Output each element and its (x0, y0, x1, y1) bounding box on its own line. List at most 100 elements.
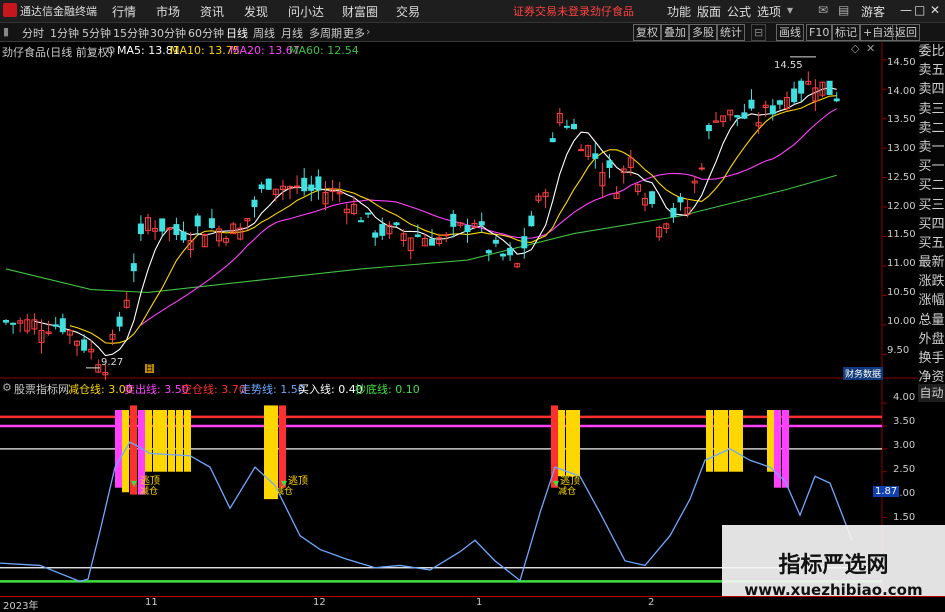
menu-formula[interactable]: 公式 (727, 3, 751, 20)
tab-daily[interactable]: 日线 (226, 25, 248, 41)
signal-bar (566, 410, 573, 477)
date-label: 2 (648, 597, 655, 608)
menu-layout[interactable]: 版面 (697, 3, 721, 20)
sidebar-item-sell3[interactable]: 卖三 (918, 100, 945, 119)
dropdown-icon[interactable]: ▾ (787, 3, 793, 17)
candle-body (130, 263, 137, 272)
candle-body (251, 199, 258, 208)
panel-close-icon[interactable]: ✕ (866, 42, 875, 55)
more-chevron-icon[interactable]: › (366, 25, 370, 38)
stock-tag: 劲仔食品 (590, 5, 634, 18)
indicator-tick: 3.00 (893, 440, 916, 451)
tab-1min[interactable]: 1分钟 (50, 25, 79, 41)
btn-mark[interactable]: 标记 (832, 24, 860, 41)
close-icon[interactable]: ✕ (930, 3, 940, 17)
indicator-label-chaodi: 抄底线: 0.10 (355, 383, 420, 396)
btn-multi-stock[interactable]: 多股 (689, 24, 717, 41)
btn-f10[interactable]: F10 (806, 24, 833, 41)
sidebar-item-change[interactable]: 涨跌 (918, 272, 945, 291)
settings-gear-icon[interactable]: ⚙ (106, 44, 116, 57)
menu-hq[interactable]: 行情 (112, 3, 136, 20)
sidebar-item-latest[interactable]: 最新 (918, 253, 945, 272)
app-menu-icon[interactable]: ▤ (838, 3, 849, 17)
signal-bar (264, 405, 271, 500)
tab-weekly[interactable]: 周线 (253, 25, 275, 41)
sidebar-item-outer[interactable]: 外盘 (918, 330, 945, 349)
btn-back[interactable]: 返回 (892, 24, 920, 41)
reduce-tag: 减仓 (558, 487, 577, 497)
sidebar-item-buy1[interactable]: 买一 (918, 157, 945, 176)
tab-multi[interactable]: 多周期 (309, 25, 342, 41)
tab-fenshi[interactable]: 分时 (22, 25, 44, 41)
signal-bar (153, 410, 160, 472)
sidebar-item-sell2[interactable]: 卖二 (918, 119, 945, 138)
sidebar-item-weibi[interactable]: 委比 (918, 42, 945, 61)
menu-trade[interactable]: 交易 (396, 3, 420, 20)
high-price-label: 14.55 (774, 60, 803, 71)
menu-options[interactable]: 选项 (757, 3, 781, 20)
signal-bar (184, 410, 191, 472)
sidebar-item-buy5[interactable]: 买五 (918, 234, 945, 253)
candle-body (3, 320, 9, 323)
sidebar-item-buy4[interactable]: 买四 (918, 215, 945, 234)
login-warning[interactable]: 证券交易未登录 (513, 3, 590, 19)
menu-wealth[interactable]: 财富圈 (342, 3, 378, 20)
tab-monthly[interactable]: 月线 (281, 25, 303, 41)
tab-15min[interactable]: 15分钟 (113, 25, 149, 41)
tab-30min[interactable]: 30分钟 (150, 25, 186, 41)
candle-body (59, 318, 66, 333)
signal-bar (558, 410, 565, 477)
candle-body (677, 196, 684, 203)
finance-badge[interactable]: 财务数据 (843, 367, 884, 380)
tab-5min[interactable]: 5分钟 (82, 25, 111, 41)
maximize-icon[interactable]: □ (914, 3, 925, 17)
tab-60min[interactable]: 60分钟 (188, 25, 224, 41)
message-icon[interactable]: ✉ (818, 3, 828, 17)
tab-more[interactable]: 更多 (343, 25, 365, 41)
indicator-current-value: 1.87 (873, 486, 900, 497)
guest-label[interactable]: 游客 (861, 3, 885, 20)
candle-body (741, 112, 748, 119)
candle-body (116, 316, 123, 327)
date-axis: 2023年 11 12 1 2 (0, 596, 945, 612)
menu-discover[interactable]: 发现 (244, 3, 268, 20)
signal-bar (168, 410, 175, 472)
btn-draw[interactable]: 画线 (776, 24, 804, 41)
sidebar-item-buy3[interactable]: 买三 (918, 196, 945, 215)
minimize-icon[interactable]: — (900, 3, 912, 17)
auto-button[interactable]: 自动 (918, 384, 945, 402)
sidebar-item-sell4[interactable]: 卖四 (918, 80, 945, 99)
menu-market[interactable]: 市场 (156, 3, 180, 20)
candle-body (258, 184, 265, 190)
candle-body (137, 223, 144, 235)
candle-body (450, 213, 457, 227)
event-marker-icon[interactable]: 日 (145, 364, 154, 373)
date-label: 11 (145, 597, 158, 608)
sidebar-item-volume[interactable]: 总量 (918, 311, 945, 330)
candle-body (571, 123, 577, 130)
menu-news[interactable]: 资讯 (200, 3, 224, 20)
btn-fuquan[interactable]: 复权 (633, 24, 661, 41)
quote-sidebar: 委比 卖五 卖四 卖三 卖二 卖一 买一 买二 买三 买四 买五 最新 涨跌 涨… (918, 42, 945, 404)
signal-bar (706, 410, 713, 472)
toolbar-handle-icon: ▮ (3, 25, 10, 38)
sidebar-item-sell1[interactable]: 卖一 (918, 138, 945, 157)
btn-stats[interactable]: 统计 (717, 24, 745, 41)
sidebar-item-turnover[interactable]: 换手 (918, 349, 945, 368)
candle-body (429, 238, 435, 246)
lock-icon[interactable]: ⊟ (751, 24, 767, 41)
menu-function[interactable]: 功能 (667, 3, 691, 20)
btn-overlay[interactable]: 叠加 (661, 24, 689, 41)
candle-body (393, 222, 400, 226)
kline-chart[interactable] (0, 42, 918, 380)
candle-body (301, 177, 308, 192)
signal-bar (279, 405, 286, 488)
candle-body (500, 253, 506, 257)
panel-diamond-icon[interactable]: ◇ (851, 42, 859, 55)
sidebar-item-buy2[interactable]: 买二 (918, 176, 945, 195)
menu-ask[interactable]: 问小达 (288, 3, 324, 20)
sidebar-item-change-pct[interactable]: 涨幅 (918, 291, 945, 310)
signal-bar (573, 410, 580, 477)
indicator-gear-icon[interactable]: ⚙ (2, 381, 12, 394)
sidebar-item-sell5[interactable]: 卖五 (918, 61, 945, 80)
